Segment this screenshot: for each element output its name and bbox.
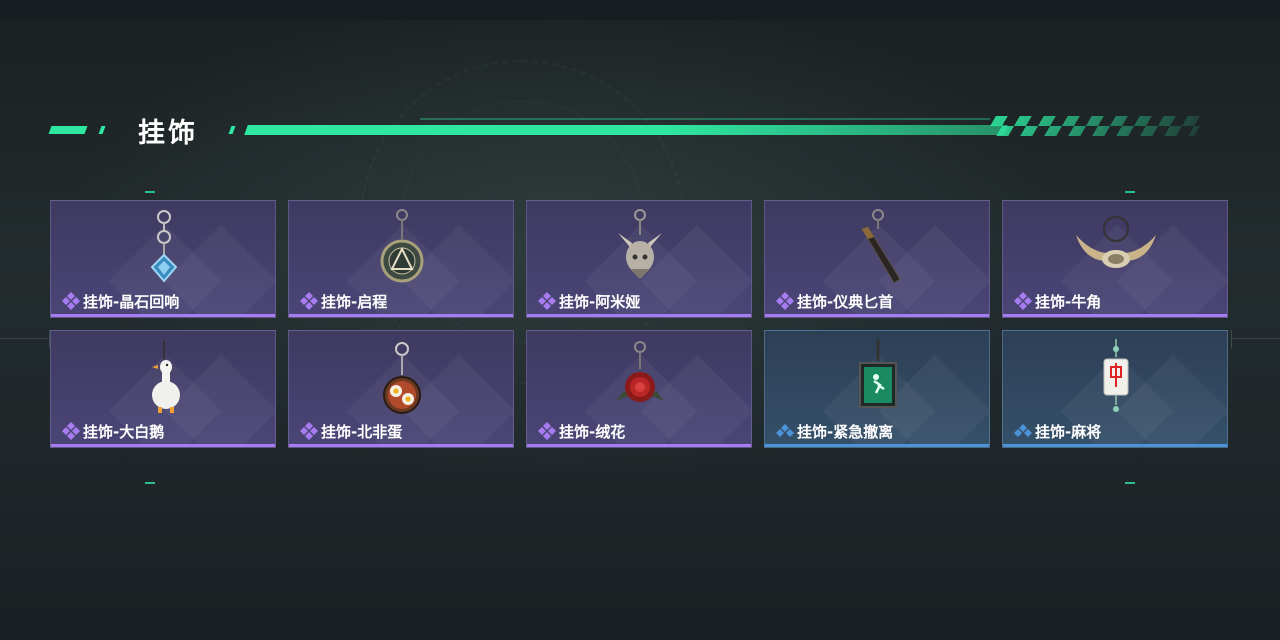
pendant-card[interactable]: 挂饰-启程 [288, 200, 514, 318]
card-label: 挂饰-牛角 [1013, 291, 1101, 311]
header-accent-bar [228, 126, 236, 134]
rarity-diamond-icon [62, 292, 80, 310]
medallion-pendant-icon [380, 209, 424, 283]
horns-pendant-icon [1076, 216, 1156, 268]
rarity-bar [527, 444, 751, 447]
pendant-card[interactable]: 挂饰-北非蛋 [288, 330, 514, 448]
card-label: 挂饰-阿米娅 [537, 291, 640, 311]
top-band [0, 0, 1280, 20]
card-label: 挂饰-紧急撤离 [775, 421, 893, 441]
rarity-bar [289, 314, 513, 317]
figure-pendant-icon [618, 209, 662, 279]
card-label: 挂饰-绒花 [537, 421, 625, 441]
pendant-name: 挂饰-晶石回响 [83, 292, 180, 311]
rarity-diamond-icon [776, 424, 794, 437]
rarity-bar [1003, 444, 1227, 447]
corner-tick [1125, 191, 1135, 193]
header-accent-bar [98, 126, 106, 134]
rarity-diamond-icon [62, 422, 80, 440]
header-progress-bar [244, 125, 1008, 135]
pendant-name: 挂饰-绒花 [559, 422, 626, 441]
pendant-name: 挂饰-牛角 [1035, 292, 1102, 311]
card-label: 挂饰-晶石回响 [61, 291, 179, 311]
header-thin-line [420, 118, 990, 120]
rarity-bar [1003, 314, 1227, 317]
pendant-card[interactable]: 挂饰-紧急撤离 [764, 330, 990, 448]
card-label: 挂饰-北非蛋 [299, 421, 402, 441]
pendant-card[interactable]: 挂饰-仪典匕首 [764, 200, 990, 318]
pendant-name: 挂饰-阿米娅 [559, 292, 641, 311]
card-label: 挂饰-大白鹅 [61, 421, 164, 441]
frame-line-right [1232, 338, 1280, 339]
corner-tick [1125, 482, 1135, 484]
pendant-name: 挂饰-仪典匕首 [797, 292, 894, 311]
pendant-name: 挂饰-麻将 [1035, 422, 1102, 441]
mahjong-pendant-icon [1103, 339, 1129, 412]
pendant-card[interactable]: 挂饰-晶石回响 [50, 200, 276, 318]
card-label: 挂饰-启程 [299, 291, 387, 311]
exit-sign-pendant-icon [859, 339, 897, 408]
rarity-diamond-icon [776, 292, 794, 310]
pendant-card[interactable]: 挂饰-麻将 [1002, 330, 1228, 448]
pendant-name: 挂饰-北非蛋 [321, 422, 403, 441]
pendant-grid: 挂饰-晶石回响 挂饰-启程 挂饰-阿米娅 挂饰-仪典匕首 挂饰-牛角 挂饰-大白… [50, 200, 1230, 450]
section-title: 挂饰 [138, 118, 198, 149]
pendant-card[interactable]: 挂饰-牛角 [1002, 200, 1228, 318]
header-checker-pattern [984, 116, 1206, 136]
rose-pendant-icon [616, 341, 664, 402]
pendant-card[interactable]: 挂饰-阿米娅 [526, 200, 752, 318]
rarity-diamond-icon [1014, 424, 1032, 437]
pendant-name: 挂饰-紧急撤离 [797, 422, 894, 441]
rarity-bar [51, 314, 275, 317]
pendant-card[interactable]: 挂饰-绒花 [526, 330, 752, 448]
corner-tick [145, 482, 155, 484]
rarity-bar [765, 314, 989, 317]
rarity-bar [51, 444, 275, 447]
rarity-diamond-icon [300, 422, 318, 440]
rarity-bar [765, 444, 989, 447]
rarity-diamond-icon [538, 422, 556, 440]
header-accent-bar [48, 126, 88, 134]
pendant-card[interactable]: 挂饰-大白鹅 [50, 330, 276, 448]
frame-line-left [0, 338, 48, 339]
crystal-pendant-icon [150, 210, 178, 283]
dagger-pendant-icon [861, 209, 901, 284]
shakshuka-pendant-icon [383, 342, 421, 414]
frame-line-right-v [1231, 330, 1232, 348]
section-header: 挂饰 [0, 108, 1280, 152]
corner-tick [145, 191, 155, 193]
card-label: 挂饰-仪典匕首 [775, 291, 893, 311]
rarity-bar [289, 444, 513, 447]
rarity-bar [527, 314, 751, 317]
pendant-name: 挂饰-大白鹅 [83, 422, 165, 441]
rarity-diamond-icon [300, 292, 318, 310]
card-label: 挂饰-麻将 [1013, 421, 1101, 441]
pendant-name: 挂饰-启程 [321, 292, 388, 311]
background: 挂饰 挂饰-晶石回响 挂饰-启程 挂饰-阿米娅 挂饰-仪典匕首 挂饰-牛角 挂饰… [0, 0, 1280, 640]
rarity-diamond-icon [1014, 292, 1032, 310]
goose-pendant-icon [152, 341, 180, 413]
rarity-diamond-icon [538, 292, 556, 310]
